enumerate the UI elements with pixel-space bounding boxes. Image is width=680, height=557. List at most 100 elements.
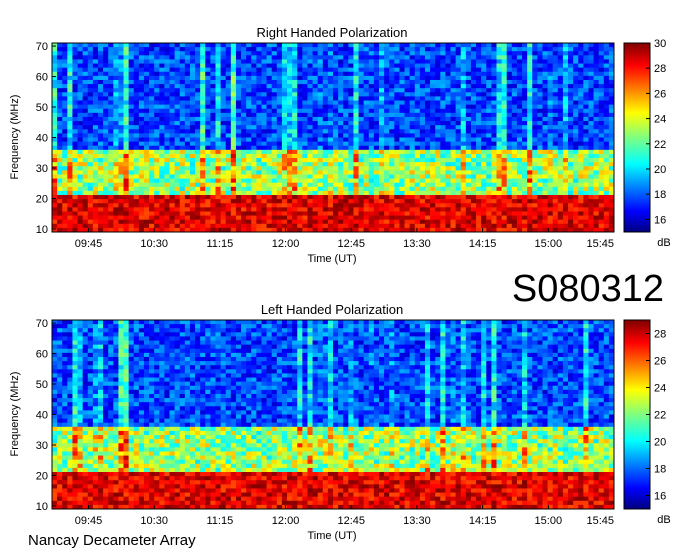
heatmap-cell <box>363 137 370 143</box>
heatmap-cell <box>516 166 523 171</box>
heatmap-cell <box>57 108 63 114</box>
heatmap-cell <box>414 174 421 179</box>
heatmap-cell <box>353 51 359 56</box>
heatmap-cell <box>501 186 508 192</box>
heatmap-cell <box>246 149 252 155</box>
heatmap-cell <box>511 84 518 89</box>
heatmap-cell <box>57 137 63 143</box>
heatmap-cell <box>414 199 421 204</box>
heatmap-cell <box>593 186 600 192</box>
heatmap-cell <box>557 190 564 196</box>
heatmap-cell <box>399 88 405 93</box>
heatmap-cell <box>271 170 278 175</box>
heatmap-cell <box>424 149 431 155</box>
heatmap-cell <box>159 174 165 179</box>
heatmap-cell <box>57 100 63 106</box>
heatmap-cell <box>552 203 559 208</box>
heatmap-cell <box>256 186 262 192</box>
heatmap-cell <box>215 71 221 77</box>
heatmap-cell <box>424 186 431 192</box>
heatmap-cell <box>210 141 216 147</box>
heatmap-cell <box>424 162 431 167</box>
heatmap-cell <box>496 88 502 93</box>
heatmap-cell <box>547 104 554 110</box>
heatmap-cell <box>522 79 528 85</box>
heatmap-cell <box>195 190 201 196</box>
heatmap-cell <box>215 141 221 147</box>
heatmap-cell <box>343 112 349 118</box>
heatmap-cell <box>562 79 569 85</box>
heatmap-cell <box>450 63 457 69</box>
heatmap-cell <box>588 178 594 184</box>
heatmap-cell <box>118 125 124 130</box>
heatmap-cell <box>322 141 329 147</box>
heatmap-cell <box>598 55 605 60</box>
heatmap-cell <box>358 104 365 110</box>
heatmap-cell <box>501 166 508 171</box>
heatmap-cell <box>307 137 313 143</box>
heatmap-cell <box>445 116 451 122</box>
heatmap-cell <box>271 43 278 48</box>
heatmap-cell <box>149 43 155 48</box>
heatmap-cell <box>384 47 390 52</box>
heatmap-cell <box>261 195 267 200</box>
heatmap-cell <box>302 190 308 196</box>
heatmap-cell <box>573 162 579 167</box>
heatmap-cell <box>169 75 176 81</box>
heatmap-cell <box>333 223 339 229</box>
heatmap-cell <box>455 178 462 184</box>
heatmap-cell <box>583 170 589 175</box>
heatmap-cell <box>271 116 278 122</box>
heatmap-cell <box>419 211 426 216</box>
heatmap-cell <box>184 112 191 118</box>
heatmap-cell <box>470 59 477 64</box>
heatmap-cell <box>317 84 324 89</box>
heatmap-cell <box>501 121 508 126</box>
heatmap-cell <box>205 55 211 60</box>
heatmap-cell <box>511 223 518 229</box>
heatmap-cell <box>210 223 216 229</box>
heatmap-cell <box>409 203 416 208</box>
heatmap-cell <box>317 166 324 171</box>
heatmap-cell <box>603 75 610 81</box>
heatmap-cell <box>598 129 605 134</box>
heatmap-cell <box>568 137 574 143</box>
heatmap-cell <box>251 178 257 184</box>
heatmap-cell <box>271 84 278 89</box>
heatmap-cell <box>246 88 252 93</box>
heatmap-cell <box>72 96 78 101</box>
heatmap-cell <box>573 137 579 143</box>
heatmap-cell <box>496 203 502 208</box>
heatmap-cell <box>184 63 191 69</box>
heatmap-cell <box>583 104 589 110</box>
heatmap-cell <box>82 104 89 110</box>
heatmap-cell <box>399 145 405 151</box>
heatmap-cell <box>154 153 160 159</box>
heatmap-cell <box>276 162 283 167</box>
heatmap-cell <box>562 190 569 196</box>
heatmap-cell <box>92 96 99 101</box>
heatmap-cell <box>189 170 196 175</box>
heatmap-cell <box>516 178 523 184</box>
heatmap-cell <box>113 182 119 188</box>
heatmap-cell <box>281 223 288 229</box>
heatmap-cell <box>123 133 130 138</box>
heatmap-cell <box>389 219 395 225</box>
heatmap-cell <box>92 178 99 184</box>
heatmap-cell <box>57 170 63 175</box>
heatmap-cell <box>414 195 421 200</box>
heatmap-cell <box>184 145 191 151</box>
heatmap-cell <box>583 223 589 229</box>
heatmap-cell <box>87 149 94 155</box>
heatmap-cell <box>445 186 451 192</box>
heatmap-cell <box>414 223 421 229</box>
heatmap-cell <box>588 190 594 196</box>
heatmap-cell <box>143 63 150 69</box>
heatmap-cell <box>200 100 206 106</box>
heatmap-cell <box>440 166 446 171</box>
heatmap-cell <box>445 133 451 138</box>
heatmap-cell <box>460 158 467 163</box>
heatmap-cell <box>435 186 441 192</box>
heatmap-cell <box>138 149 145 155</box>
heatmap-cell <box>327 190 334 196</box>
